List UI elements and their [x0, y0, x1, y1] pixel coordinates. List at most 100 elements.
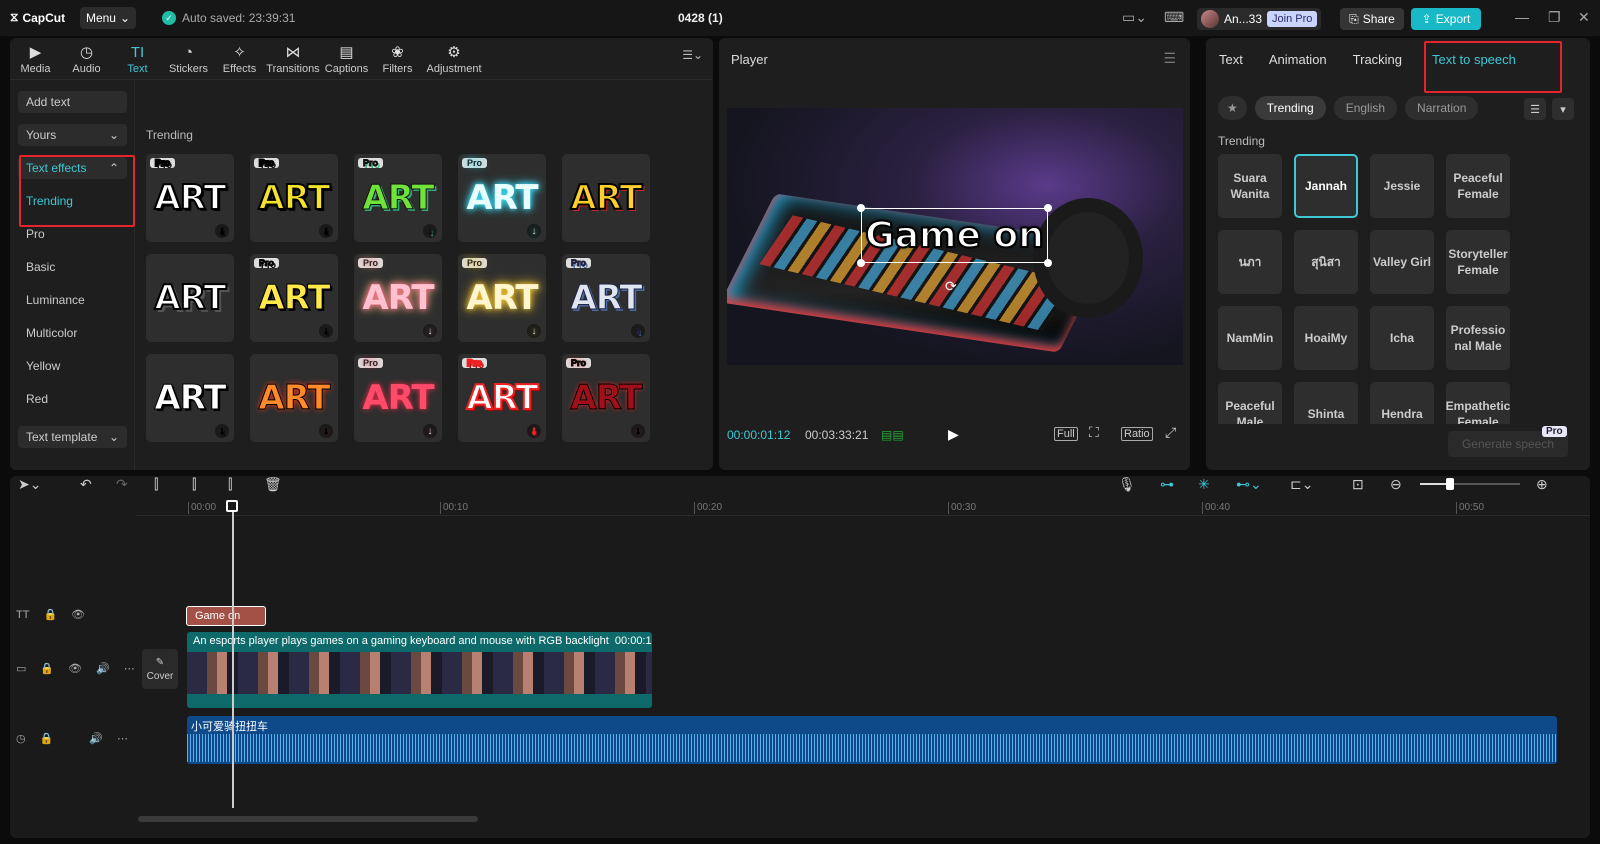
zoom-slider[interactable]: [1420, 478, 1520, 490]
video-preview[interactable]: Game on ⟳: [727, 108, 1183, 365]
tab-text[interactable]: Text: [1206, 38, 1256, 80]
download-icon[interactable]: ↓: [527, 224, 541, 238]
effect-card[interactable]: Pro ART ↓: [354, 254, 442, 342]
sidebar-item-yellow[interactable]: Yellow: [18, 355, 127, 377]
playhead-handle[interactable]: [226, 500, 238, 512]
shortcuts-icon[interactable]: ⌨: [1164, 9, 1184, 26]
sidebar-item-multicolor[interactable]: Multicolor: [18, 322, 127, 344]
effect-card[interactable]: Pro ART ↓: [250, 254, 338, 342]
chip-trending[interactable]: Trending: [1254, 96, 1326, 120]
voice-option[interactable]: Peaceful Female: [1446, 154, 1510, 218]
download-icon[interactable]: ↓: [423, 424, 437, 438]
magnet-icon[interactable]: ✳: [1198, 476, 1210, 493]
voice-option[interactable]: Jessie: [1370, 154, 1434, 218]
zoom-out-icon[interactable]: ⊖: [1390, 476, 1402, 493]
download-icon[interactable]: ↓: [527, 324, 541, 338]
sidebar-item-luminance[interactable]: Luminance: [18, 289, 127, 311]
cover-button[interactable]: ✎ Cover: [142, 649, 178, 689]
add-text-button[interactable]: Add text: [18, 91, 127, 113]
voice-option[interactable]: นภา: [1218, 230, 1282, 294]
favorites-chip[interactable]: ★: [1218, 96, 1247, 120]
ratio-button[interactable]: Ratio: [1121, 427, 1153, 441]
zoom-fit-icon[interactable]: ⛶: [1089, 424, 1099, 441]
text-clip[interactable]: Game on: [186, 606, 266, 626]
sidebar-item-red[interactable]: Red: [18, 388, 127, 410]
menu-button[interactable]: Menu ⌄: [80, 7, 136, 29]
tab-effects[interactable]: ✧ Effects: [214, 38, 265, 80]
download-icon[interactable]: ↓: [215, 224, 229, 238]
yours-dropdown[interactable]: Yours ⌄: [18, 124, 127, 146]
more-icon[interactable]: ⋯: [124, 662, 135, 675]
effect-card[interactable]: ART ↓: [146, 354, 234, 442]
voice-option[interactable]: Suara Wanita: [1218, 154, 1282, 218]
delete-icon[interactable]: 🗑: [264, 476, 282, 493]
volume-icon[interactable]: 🔊: [89, 732, 103, 745]
voice-option-selected[interactable]: Jannah: [1294, 154, 1358, 218]
zoom-slider-thumb[interactable]: [1446, 478, 1454, 490]
voice-option[interactable]: NamMin: [1218, 306, 1282, 370]
tab-animation[interactable]: Animation: [1256, 38, 1340, 80]
lock-icon[interactable]: 🔒: [40, 732, 54, 745]
tab-stickers[interactable]: ◔ Stickers: [163, 38, 214, 80]
export-button[interactable]: ⇪ Export: [1411, 8, 1481, 30]
effect-card[interactable]: ART: [146, 254, 234, 342]
voice-option[interactable]: HoaiMy: [1294, 306, 1358, 370]
filter-icon[interactable]: ☰: [1524, 98, 1546, 120]
zoom-to-fit-icon[interactable]: ⊡: [1352, 476, 1364, 493]
split-icon[interactable]: ⫿: [154, 476, 158, 493]
join-pro-badge[interactable]: Join Pro: [1267, 11, 1318, 27]
link-icon[interactable]: ⊶: [1160, 476, 1174, 493]
share-button[interactable]: ⎘ Share: [1340, 8, 1404, 30]
tab-text[interactable]: TI Text: [112, 38, 163, 80]
video-clip[interactable]: An esports player plays games on a gamin…: [187, 632, 652, 708]
select-tool-icon[interactable]: ➤⌄: [18, 476, 41, 493]
voice-option[interactable]: Shinta: [1294, 382, 1358, 424]
effect-card[interactable]: Pro ART ↓: [458, 354, 546, 442]
lock-icon[interactable]: 🔒: [40, 662, 54, 675]
redo-icon[interactable]: ↷: [116, 476, 128, 493]
more-icon[interactable]: ⋯: [117, 732, 128, 745]
download-icon[interactable]: ↓: [423, 324, 437, 338]
voice-option[interactable]: Storyteller Female: [1446, 230, 1510, 294]
voice-option[interactable]: Peaceful Male: [1218, 382, 1282, 424]
maximize-icon[interactable]: ❐: [1548, 9, 1561, 26]
audio-clip[interactable]: 小可爱骑扭扭车: [187, 716, 1557, 764]
layout-icon[interactable]: ▭⌄: [1122, 9, 1147, 26]
resize-handle[interactable]: [857, 259, 865, 267]
user-account[interactable]: An...33 Join Pro: [1197, 8, 1322, 30]
resize-handle[interactable]: [1044, 204, 1052, 212]
resize-handle[interactable]: [857, 204, 865, 212]
volume-icon[interactable]: 🔊: [96, 662, 110, 675]
minimize-icon[interactable]: —: [1515, 9, 1529, 25]
timeline-ruler[interactable]: 00:00 00:10 00:20 00:30 00:40 00:50: [136, 502, 1590, 516]
download-icon[interactable]: ↓: [319, 224, 333, 238]
undo-icon[interactable]: ↶: [80, 476, 92, 493]
split-right-icon[interactable]: ⫿: [228, 476, 232, 493]
lock-icon[interactable]: 🔒: [43, 608, 57, 621]
chip-english[interactable]: English: [1333, 96, 1398, 120]
effect-card[interactable]: Pro ART ↓: [458, 154, 546, 242]
playhead[interactable]: [232, 500, 234, 808]
player-menu-icon[interactable]: ☰: [1163, 50, 1176, 67]
effect-card[interactable]: Pro ART ↓: [458, 254, 546, 342]
eye-icon[interactable]: 👁: [68, 662, 82, 675]
rotate-icon[interactable]: ⟳: [945, 278, 957, 295]
text-overlay[interactable]: Game on: [861, 208, 1048, 263]
full-button[interactable]: Full: [1054, 427, 1078, 441]
download-icon[interactable]: ↓: [631, 324, 645, 338]
voice-option[interactable]: สุนิสา: [1294, 230, 1358, 294]
tab-filters[interactable]: ❀ Filters: [372, 38, 423, 80]
tab-captions[interactable]: ▤ Captions: [321, 38, 372, 80]
close-icon[interactable]: ✕: [1578, 9, 1590, 26]
voice-option[interactable]: Hendra: [1370, 382, 1434, 424]
voice-option[interactable]: Icha: [1370, 306, 1434, 370]
effect-card[interactable]: Pro ART ↓: [354, 154, 442, 242]
download-icon[interactable]: ↓: [215, 424, 229, 438]
voice-option[interactable]: Valley Girl: [1370, 230, 1434, 294]
filter-icon[interactable]: ☰⌄: [682, 48, 703, 62]
effect-card[interactable]: Pro ART ↓: [562, 254, 650, 342]
tab-media[interactable]: ▶ Media: [10, 38, 61, 80]
effect-card[interactable]: Pro ART ↓: [354, 354, 442, 442]
zoom-in-icon[interactable]: ⊕: [1536, 476, 1548, 493]
tab-tracking[interactable]: Tracking: [1340, 38, 1415, 80]
